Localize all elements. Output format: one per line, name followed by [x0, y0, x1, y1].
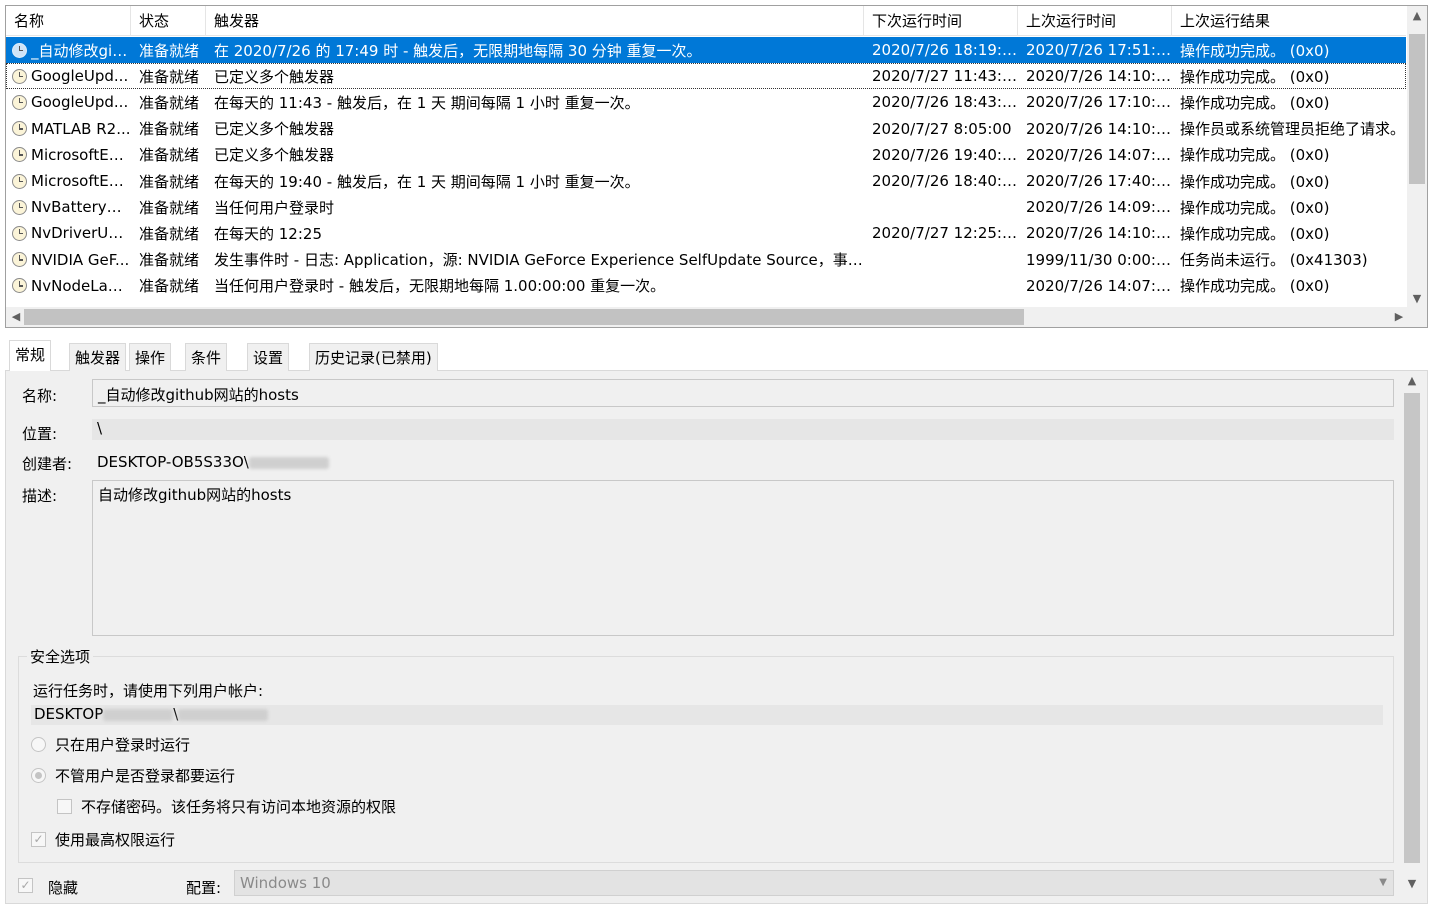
task-row[interactable]: MicrosoftEd... 准备就绪 在每天的 19:40 - 触发后，在 1…	[6, 168, 1406, 194]
name-label: 名称:	[22, 387, 58, 405]
task-list-horizontal-scrollbar[interactable]: ◀ ▶	[6, 307, 1409, 327]
do-not-store-password-checkbox[interactable]	[57, 799, 72, 814]
highest-privileges-checkbox[interactable]: ✓	[31, 832, 46, 847]
clock-icon	[12, 121, 27, 137]
hidden-checkbox[interactable]: ✓	[18, 878, 33, 893]
scroll-up-icon[interactable]: ▲	[1407, 6, 1427, 26]
task-list-vertical-scrollbar[interactable]: ▲ ▼	[1407, 6, 1427, 309]
column-header-last-run[interactable]: 上次运行时间	[1018, 6, 1172, 36]
column-header-last-result[interactable]: 上次运行结果	[1172, 6, 1406, 36]
run-whether-logged-on-radio[interactable]	[31, 768, 46, 783]
scroll-down-icon[interactable]: ▼	[1402, 874, 1422, 894]
scroll-thumb[interactable]	[24, 309, 1024, 325]
clock-icon	[12, 199, 27, 215]
clock-icon	[12, 147, 27, 163]
task-row[interactable]: _自动修改git... 准备就绪 在 2020/7/26 的 17:49 时 -…	[6, 37, 1406, 64]
description-field[interactable]: 自动修改github网站的hosts	[92, 480, 1394, 636]
task-list[interactable]: 名称 状态 触发器 下次运行时间 上次运行时间 上次运行结果 _自动修改git.…	[5, 5, 1428, 328]
run-only-logged-on-radio[interactable]	[31, 737, 46, 752]
clock-icon	[12, 225, 27, 241]
hidden-label: 隐藏	[48, 879, 79, 897]
column-header-trigger[interactable]: 触发器	[206, 6, 864, 36]
task-row[interactable]: NvBatteryB... 准备就绪 当任何用户登录时 2020/7/26 14…	[6, 194, 1406, 220]
scroll-up-icon[interactable]: ▲	[1402, 371, 1422, 391]
security-options-group: 安全选项 运行任务时，请使用下列用户帐户: DESKTOP \ 只在用户登录时运行…	[18, 646, 1394, 863]
tab-settings[interactable]: 设置	[247, 343, 290, 371]
column-header-next-run[interactable]: 下次运行时间	[864, 6, 1018, 36]
task-row[interactable]: NVIDIA GeF... 准备就绪 发生事件时 - 日志: Applicati…	[6, 247, 1406, 273]
clock-icon	[12, 252, 27, 268]
run-as-label: 运行任务时，请使用下列用户帐户:	[33, 682, 264, 700]
run-only-logged-on-label: 只在用户登录时运行	[55, 736, 191, 754]
details-vertical-scrollbar[interactable]: ▲ ▼	[1402, 371, 1422, 894]
detail-tabs: 常规 触发器 操作 条件 设置 历史记录(已禁用)	[5, 340, 1428, 372]
tab-history[interactable]: 历史记录(已禁用)	[309, 343, 438, 371]
clock-icon	[12, 68, 27, 84]
clock-icon	[12, 42, 27, 58]
scroll-thumb[interactable]	[1404, 393, 1420, 863]
general-tab-panel: 名称: _自动修改github网站的hosts 位置: \ 创建者: DESKT…	[5, 371, 1428, 904]
task-row[interactable]: GoogleUpd... 准备就绪 已定义多个触发器 2020/7/27 11:…	[6, 63, 1406, 90]
tab-actions[interactable]: 操作	[129, 343, 172, 371]
run-whether-logged-on-label: 不管用户是否登录都要运行	[55, 767, 236, 785]
configure-for-label: 配置:	[186, 879, 222, 897]
author-field[interactable]: DESKTOP-OB5S33O\	[92, 453, 492, 475]
task-row[interactable]: MATLAB R2... 准备就绪 已定义多个触发器 2020/7/27 8:0…	[6, 116, 1406, 142]
clock-icon	[12, 173, 27, 189]
tab-general[interactable]: 常规	[9, 340, 52, 372]
highest-privileges-label: 使用最高权限运行	[55, 831, 176, 849]
clock-icon	[12, 278, 27, 294]
do-not-store-password-label: 不存储密码。该任务将只有访问本地资源的权限	[81, 798, 397, 816]
task-row[interactable]: NvNodeLau... 准备就绪 当任何用户登录时 - 触发后，无限期地每隔 …	[6, 273, 1406, 299]
scroll-thumb[interactable]	[1409, 34, 1425, 184]
task-row[interactable]: GoogleUpd... 准备就绪 在每天的 11:43 - 触发后，在 1 天…	[6, 89, 1406, 115]
run-as-account-field[interactable]: DESKTOP \	[31, 705, 1383, 725]
configure-for-select[interactable]: Windows 10 ▼	[234, 870, 1394, 896]
security-options-title: 安全选项	[27, 646, 94, 667]
redacted-username	[248, 456, 329, 469]
redacted-username	[178, 708, 269, 721]
redacted-machine	[103, 708, 174, 721]
chevron-down-icon: ▼	[1379, 877, 1387, 888]
scroll-right-icon[interactable]: ▶	[1389, 307, 1409, 327]
task-name-field[interactable]: _自动修改github网站的hosts	[92, 379, 1394, 407]
tab-conditions[interactable]: 条件	[185, 343, 228, 371]
author-label: 创建者:	[22, 455, 73, 473]
description-label: 描述:	[22, 487, 58, 505]
scrollbar-corner	[1407, 307, 1427, 327]
scroll-down-icon[interactable]: ▼	[1407, 289, 1427, 309]
clock-icon	[12, 94, 27, 110]
column-header-name[interactable]: 名称	[6, 6, 131, 36]
column-header-status[interactable]: 状态	[131, 6, 206, 36]
task-list-body: _自动修改git... 准备就绪 在 2020/7/26 的 17:49 时 -…	[6, 37, 1406, 309]
task-row[interactable]: MicrosoftEd... 准备就绪 已定义多个触发器 2020/7/26 1…	[6, 142, 1406, 168]
task-row[interactable]: NvDriverUp... 准备就绪 在每天的 12:25 2020/7/27 …	[6, 220, 1406, 246]
location-label: 位置:	[22, 425, 58, 443]
task-list-header: 名称 状态 触发器 下次运行时间 上次运行时间 上次运行结果	[6, 6, 1406, 36]
scroll-left-icon[interactable]: ◀	[6, 307, 26, 327]
tab-triggers[interactable]: 触发器	[69, 343, 127, 371]
location-field[interactable]: \	[92, 419, 1394, 440]
